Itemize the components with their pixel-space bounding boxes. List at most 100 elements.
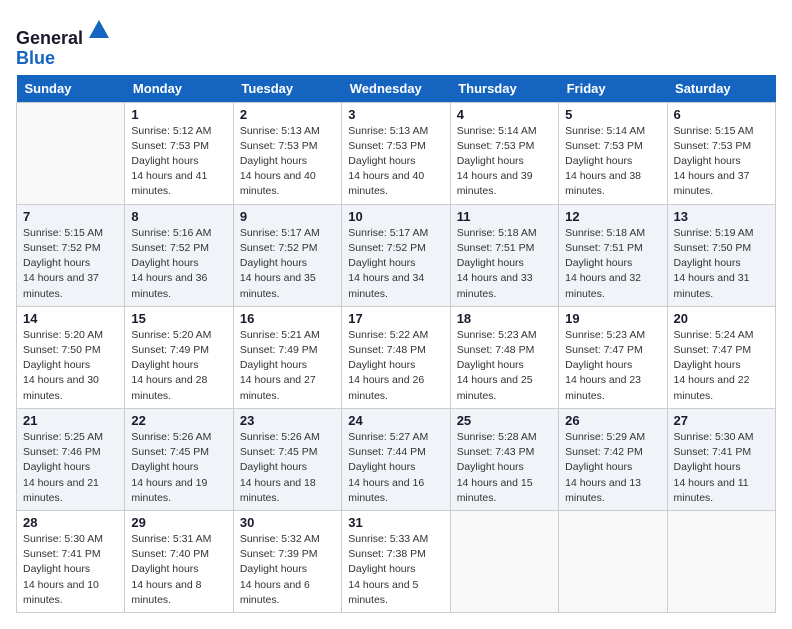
day-info: Sunrise: 5:18 AMSunset: 7:51 PMDaylight … (565, 226, 660, 302)
day-info: Sunrise: 5:13 AMSunset: 7:53 PMDaylight … (348, 124, 443, 200)
calendar-cell: 10 Sunrise: 5:17 AMSunset: 7:52 PMDayligh… (342, 204, 450, 306)
day-number: 16 (240, 311, 335, 326)
calendar-cell: 31 Sunrise: 5:33 AMSunset: 7:38 PMDayligh… (342, 510, 450, 612)
day-info: Sunrise: 5:29 AMSunset: 7:42 PMDaylight … (565, 430, 660, 506)
calendar-cell: 24 Sunrise: 5:27 AMSunset: 7:44 PMDayligh… (342, 408, 450, 510)
day-info: Sunrise: 5:15 AMSunset: 7:53 PMDaylight … (674, 124, 769, 200)
day-info: Sunrise: 5:27 AMSunset: 7:44 PMDaylight … (348, 430, 443, 506)
calendar-cell: 1 Sunrise: 5:12 AMSunset: 7:53 PMDaylight… (125, 102, 233, 204)
calendar-cell: 2Sunrise: 5:13 AMSunset: 7:53 PMDaylight… (233, 102, 341, 204)
day-info: Sunrise: 5:26 AMSunset: 7:45 PMDaylight … (131, 430, 226, 506)
day-info: Sunrise: 5:21 AMSunset: 7:49 PMDaylight … (240, 328, 335, 404)
day-number: 4 (457, 107, 552, 122)
calendar-cell (667, 510, 775, 612)
calendar-cell: 26 Sunrise: 5:29 AMSunset: 7:42 PMDayligh… (559, 408, 667, 510)
day-info: Sunrise: 5:12 AMSunset: 7:53 PMDaylight … (131, 124, 226, 200)
day-info: Sunrise: 5:28 AMSunset: 7:43 PMDaylight … (457, 430, 552, 506)
calendar-body: 1 Sunrise: 5:12 AMSunset: 7:53 PMDaylight… (17, 102, 776, 612)
calendar-cell: 14 Sunrise: 5:20 AMSunset: 7:50 PMDayligh… (17, 306, 125, 408)
day-info: Sunrise: 5:33 AMSunset: 7:38 PMDaylight … (348, 532, 443, 608)
page-header: General Blue (16, 16, 776, 69)
day-number: 21 (23, 413, 118, 428)
calendar-cell: 18Sunrise: 5:23 AMSunset: 7:48 PMDayligh… (450, 306, 558, 408)
logo-general: General (16, 28, 83, 48)
day-info: Sunrise: 5:25 AMSunset: 7:46 PMDaylight … (23, 430, 118, 506)
day-info: Sunrise: 5:19 AMSunset: 7:50 PMDaylight … (674, 226, 769, 302)
calendar-cell: 5Sunrise: 5:14 AMSunset: 7:53 PMDaylight… (559, 102, 667, 204)
calendar-cell: 22 Sunrise: 5:26 AMSunset: 7:45 PMDayligh… (125, 408, 233, 510)
day-number: 26 (565, 413, 660, 428)
day-number: 5 (565, 107, 660, 122)
day-info: Sunrise: 5:26 AMSunset: 7:45 PMDaylight … (240, 430, 335, 506)
day-info: Sunrise: 5:14 AMSunset: 7:53 PMDaylight … (457, 124, 552, 200)
day-number: 31 (348, 515, 443, 530)
day-number: 20 (674, 311, 769, 326)
day-number: 22 (131, 413, 226, 428)
calendar-cell: 4 Sunrise: 5:14 AMSunset: 7:53 PMDaylight… (450, 102, 558, 204)
day-number: 29 (131, 515, 226, 530)
calendar-cell: 27Sunrise: 5:30 AMSunset: 7:41 PMDayligh… (667, 408, 775, 510)
day-info: Sunrise: 5:22 AMSunset: 7:48 PMDaylight … (348, 328, 443, 404)
calendar-cell: 30 Sunrise: 5:32 AMSunset: 7:39 PMDayligh… (233, 510, 341, 612)
calendar-cell: 23 Sunrise: 5:26 AMSunset: 7:45 PMDayligh… (233, 408, 341, 510)
day-info: Sunrise: 5:30 AMSunset: 7:41 PMDaylight … (23, 532, 118, 608)
calendar-cell: 9 Sunrise: 5:17 AMSunset: 7:52 PMDaylight… (233, 204, 341, 306)
calendar-cell (559, 510, 667, 612)
calendar-week-5: 28 Sunrise: 5:30 AMSunset: 7:41 PMDayligh… (17, 510, 776, 612)
day-info: Sunrise: 5:23 AMSunset: 7:47 PMDaylight … (565, 328, 660, 404)
calendar-cell: 21 Sunrise: 5:25 AMSunset: 7:46 PMDayligh… (17, 408, 125, 510)
calendar-cell: 12 Sunrise: 5:18 AMSunset: 7:51 PMDayligh… (559, 204, 667, 306)
day-info: Sunrise: 5:24 AMSunset: 7:47 PMDaylight … (674, 328, 769, 404)
day-number: 18 (457, 311, 552, 326)
day-number: 19 (565, 311, 660, 326)
day-info: Sunrise: 5:17 AMSunset: 7:52 PMDaylight … (240, 226, 335, 302)
day-info: Sunrise: 5:20 AMSunset: 7:50 PMDaylight … (23, 328, 118, 404)
day-number: 30 (240, 515, 335, 530)
calendar-cell: 20 Sunrise: 5:24 AMSunset: 7:47 PMDayligh… (667, 306, 775, 408)
weekday-tuesday: Tuesday (233, 75, 341, 103)
day-number: 8 (131, 209, 226, 224)
day-number: 12 (565, 209, 660, 224)
day-number: 7 (23, 209, 118, 224)
weekday-friday: Friday (559, 75, 667, 103)
day-number: 6 (674, 107, 769, 122)
day-number: 9 (240, 209, 335, 224)
calendar-cell (17, 102, 125, 204)
calendar-cell: 11Sunrise: 5:18 AMSunset: 7:51 PMDayligh… (450, 204, 558, 306)
calendar-cell: 13 Sunrise: 5:19 AMSunset: 7:50 PMDayligh… (667, 204, 775, 306)
weekday-monday: Monday (125, 75, 233, 103)
day-info: Sunrise: 5:17 AMSunset: 7:52 PMDaylight … (348, 226, 443, 302)
day-info: Sunrise: 5:18 AMSunset: 7:51 PMDaylight … (457, 226, 552, 302)
weekday-wednesday: Wednesday (342, 75, 450, 103)
day-number: 24 (348, 413, 443, 428)
calendar-cell: 15 Sunrise: 5:20 AMSunset: 7:49 PMDayligh… (125, 306, 233, 408)
calendar-cell: 3 Sunrise: 5:13 AMSunset: 7:53 PMDaylight… (342, 102, 450, 204)
day-info: Sunrise: 5:32 AMSunset: 7:39 PMDaylight … (240, 532, 335, 608)
day-info: Sunrise: 5:31 AMSunset: 7:40 PMDaylight … (131, 532, 226, 608)
weekday-thursday: Thursday (450, 75, 558, 103)
day-number: 1 (131, 107, 226, 122)
day-number: 15 (131, 311, 226, 326)
logo-blue: Blue (16, 48, 55, 68)
day-number: 25 (457, 413, 552, 428)
day-number: 3 (348, 107, 443, 122)
day-number: 14 (23, 311, 118, 326)
weekday-header-row: SundayMondayTuesdayWednesdayThursdayFrid… (17, 75, 776, 103)
day-number: 13 (674, 209, 769, 224)
calendar-cell: 16 Sunrise: 5:21 AMSunset: 7:49 PMDayligh… (233, 306, 341, 408)
calendar-week-1: 1 Sunrise: 5:12 AMSunset: 7:53 PMDaylight… (17, 102, 776, 204)
calendar-cell: 7Sunrise: 5:15 AMSunset: 7:52 PMDaylight… (17, 204, 125, 306)
logo-icon (85, 16, 113, 44)
day-number: 10 (348, 209, 443, 224)
day-number: 28 (23, 515, 118, 530)
day-number: 23 (240, 413, 335, 428)
calendar-cell: 25 Sunrise: 5:28 AMSunset: 7:43 PMDayligh… (450, 408, 558, 510)
calendar-week-3: 14 Sunrise: 5:20 AMSunset: 7:50 PMDayligh… (17, 306, 776, 408)
calendar-week-4: 21 Sunrise: 5:25 AMSunset: 7:46 PMDayligh… (17, 408, 776, 510)
day-info: Sunrise: 5:20 AMSunset: 7:49 PMDaylight … (131, 328, 226, 404)
calendar-cell: 8Sunrise: 5:16 AMSunset: 7:52 PMDaylight… (125, 204, 233, 306)
weekday-sunday: Sunday (17, 75, 125, 103)
day-info: Sunrise: 5:30 AMSunset: 7:41 PMDaylight … (674, 430, 769, 506)
calendar-cell: 6 Sunrise: 5:15 AMSunset: 7:53 PMDaylight… (667, 102, 775, 204)
calendar-cell: 28 Sunrise: 5:30 AMSunset: 7:41 PMDayligh… (17, 510, 125, 612)
